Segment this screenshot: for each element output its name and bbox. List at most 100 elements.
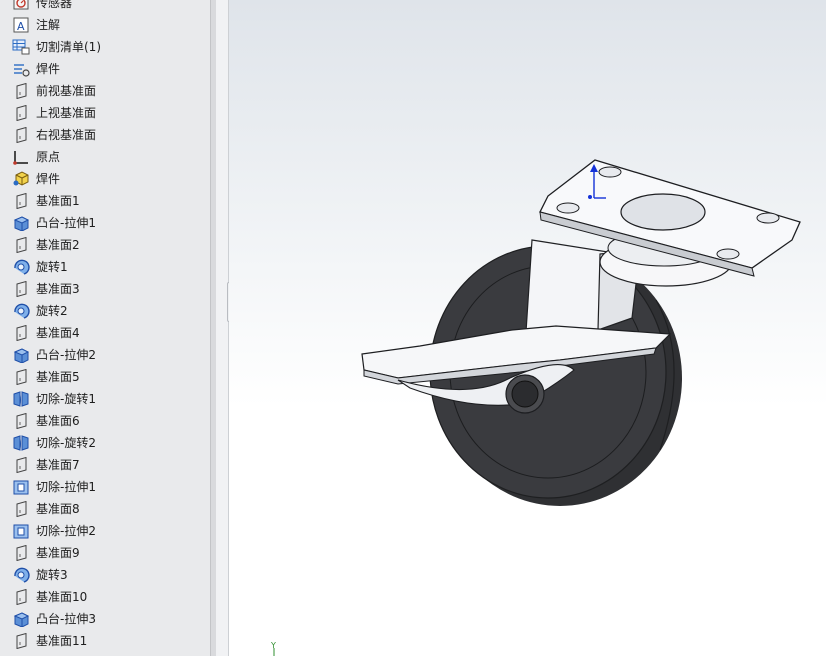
feature-tree-list: 传感器 A 注解 切割清单(1) 焊件 前视基准面 上视基准面 右视基准面 原点 焊件 基准面1 凸台… [0,0,210,652]
plane-icon [16,457,27,473]
feature-tree-item-label: 基准面8 [36,502,80,516]
feature-tree-item-label: 旋转3 [36,568,68,582]
cut-extrude-icon [13,524,29,539]
feature-tree-item-label: 凸台-拉伸2 [36,348,96,362]
feature-tree-item-label: 旋转1 [36,260,68,274]
feature-tree-item-label: 传感器 [36,0,73,10]
plane-icon [16,193,27,209]
feature-tree-item-label: 基准面6 [36,414,80,428]
graphics-viewport[interactable] [229,0,826,656]
feature-tree-item-label: 切除-旋转1 [36,392,96,406]
feature-tree-item-label: 基准面10 [36,590,88,604]
extrude-boss-icon [13,348,30,363]
feature-tree-item[interactable]: 原点 [0,146,210,168]
feature-tree-item[interactable]: 传感器 [0,0,210,14]
feature-tree-item-label: 右视基准面 [36,128,97,142]
plane-icon [16,281,27,297]
feature-tree-item[interactable]: 上视基准面 [0,102,210,124]
revolve-icon [14,303,30,319]
feature-tree-item-label: 凸台-拉伸3 [36,612,96,626]
feature-tree-item[interactable]: 切割清单(1) [0,36,210,58]
fork-body [525,239,609,333]
feature-tree-item[interactable]: 切除-拉伸2 [0,520,210,542]
extrude-boss-icon [13,216,30,231]
feature-tree-item[interactable]: 基准面10 [0,586,210,608]
plate-center-hole [620,193,706,231]
plane-icon [16,83,27,99]
weldment-icon [13,171,29,186]
feature-tree-item-label: 凸台-拉伸1 [36,216,96,230]
weldment-settings-icon [14,64,30,77]
feature-tree-item[interactable]: 切除-拉伸1 [0,476,210,498]
feature-tree-item-label: 焊件 [36,172,61,186]
feature-tree-item-label: 切除-拉伸1 [36,480,96,494]
feature-tree-item-label: 切割清单(1) [36,40,101,54]
feature-tree-item-label: 基准面11 [36,634,88,648]
annotation-icon: A [13,17,29,33]
plate-bolt-hole [716,248,740,260]
feature-tree-item[interactable]: 基准面5 [0,366,210,388]
caster-wheel-model[interactable] [229,0,826,656]
feature-tree-item[interactable]: 凸台-拉伸3 [0,608,210,630]
feature-tree-item-label: 旋转2 [36,304,68,318]
feature-tree-item[interactable]: 右视基准面 [0,124,210,146]
axis-origin [588,195,592,199]
plane-icon [16,633,27,649]
feature-tree-item[interactable]: 旋转3 [0,564,210,586]
feature-tree-item-label: 基准面3 [36,282,80,296]
feature-tree-item-label: 基准面9 [36,546,80,560]
feature-tree-item[interactable]: 旋转1 [0,256,210,278]
feature-tree-item[interactable]: 凸台-拉伸2 [0,344,210,366]
plane-icon [16,413,27,429]
revolve-icon [14,567,30,583]
feature-tree-item[interactable]: 基准面9 [0,542,210,564]
plate-bolt-hole [598,166,622,178]
feature-tree-item[interactable]: 基准面11 [0,630,210,652]
feature-tree-item[interactable]: 切除-旋转2 [0,432,210,454]
feature-tree-item[interactable]: A 注解 [0,14,210,36]
feature-tree-item[interactable]: 焊件 [0,168,210,190]
revolve-icon [14,259,30,275]
plate-bolt-hole [556,202,580,214]
plane-icon [16,369,27,385]
axle-nut [511,380,539,408]
feature-tree-item-label: 焊件 [36,62,61,76]
feature-tree-item-label: 注解 [36,18,61,32]
feature-tree-item[interactable]: 基准面2 [0,234,210,256]
plane-icon [16,325,27,341]
plane-icon [16,589,27,605]
plane-icon [16,127,27,143]
feature-tree-item[interactable]: 焊件 [0,58,210,80]
feature-tree-item[interactable]: 切除-旋转1 [0,388,210,410]
feature-tree-item-label: 基准面1 [36,194,80,208]
sensor-icon [13,0,29,10]
cut-revolve-icon [13,435,29,451]
feature-tree-item-label: 上视基准面 [36,106,97,120]
cut-revolve-icon [13,391,29,407]
feature-tree-item-label: 前视基准面 [36,84,97,98]
extrude-boss-icon [13,612,30,627]
plate-bolt-hole [756,212,780,224]
feature-tree-panel: 传感器 A 注解 切割清单(1) 焊件 前视基准面 上视基准面 右视基准面 原点 焊件 基准面1 凸台… [0,0,210,656]
feature-tree-item[interactable]: 基准面7 [0,454,210,476]
feature-tree-item[interactable]: 基准面6 [0,410,210,432]
feature-tree-item-label: 基准面2 [36,238,80,252]
plane-icon [16,545,27,561]
origin-icon [13,151,28,165]
cut-extrude-icon [13,480,29,495]
feature-tree-item-label: 基准面4 [36,326,80,340]
cut-list-icon [12,39,30,55]
feature-tree-item[interactable]: 基准面4 [0,322,210,344]
feature-tree-item[interactable]: 基准面1 [0,190,210,212]
feature-tree-item[interactable]: 基准面8 [0,498,210,520]
feature-tree-item-label: 原点 [36,150,61,164]
svg-text:A: A [17,20,25,33]
feature-tree-item[interactable]: 基准面3 [0,278,210,300]
feature-tree-item[interactable]: 前视基准面 [0,80,210,102]
feature-tree-item[interactable]: 凸台-拉伸1 [0,212,210,234]
reference-triad: Y [270,641,276,656]
triad-y-label: Y [270,641,276,650]
feature-tree-item[interactable]: 旋转2 [0,300,210,322]
panel-splitter[interactable] [216,0,229,656]
feature-tree-item-label: 基准面5 [36,370,80,384]
